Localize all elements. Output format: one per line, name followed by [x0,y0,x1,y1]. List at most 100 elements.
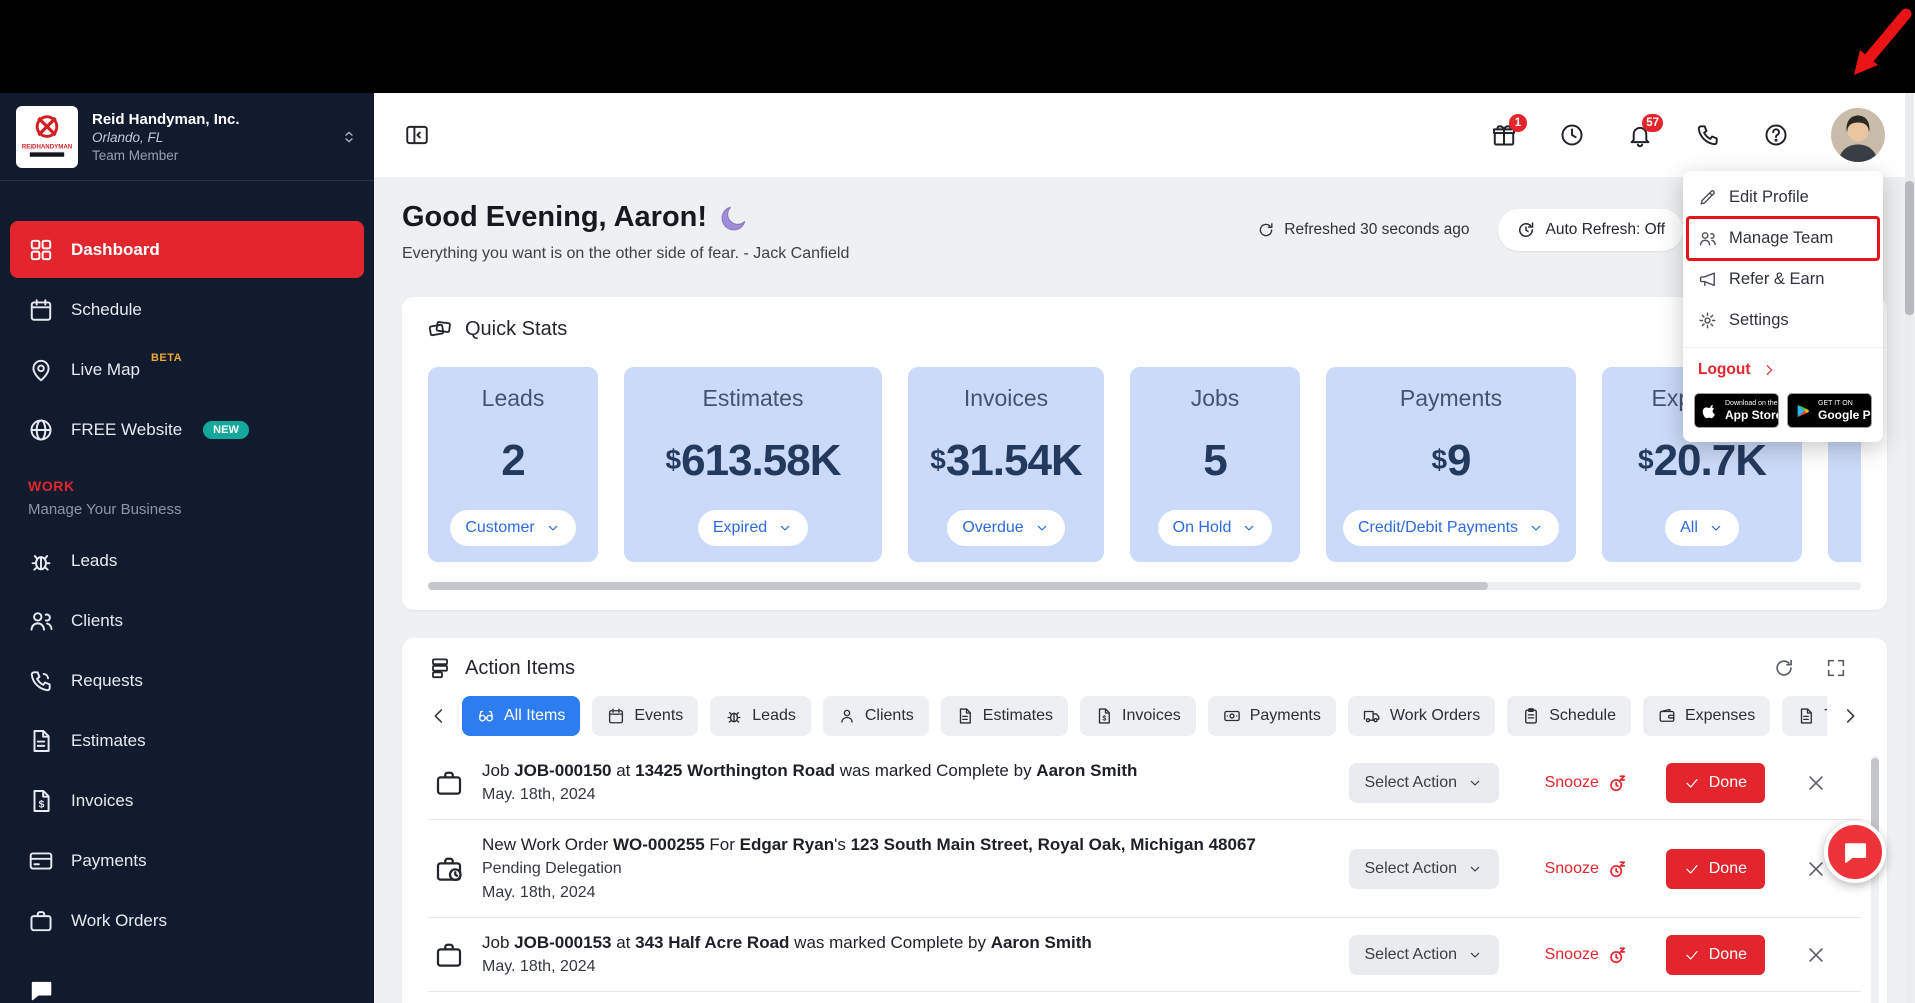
tab-payments[interactable]: Payments [1207,696,1336,736]
menu-item-edit-profile[interactable]: Edit Profile [1683,177,1883,218]
sidebar-item-estimates[interactable]: Estimates [10,712,364,769]
history-icon [1516,220,1536,240]
menu-item-refer-earn[interactable]: Refer & Earn [1683,259,1883,300]
sidebar-item-clients[interactable]: Clients [10,592,364,649]
menu-item-label: Manage Team [1729,229,1834,247]
action-item-row: Job JOB-000153 at 343 Half Acre Road was… [428,918,1861,992]
time-clock-button[interactable] [1559,122,1585,148]
app-store-badge[interactable]: Download on the App Store [1694,393,1779,428]
tab-clients[interactable]: Clients [822,696,929,736]
stat-tile-filter-dropdown[interactable]: Overdue [947,510,1065,546]
tab-label: Invoices [1122,707,1181,724]
rewards-button[interactable]: 1 [1491,114,1527,148]
rewards-count-badge: 1 [1509,114,1527,132]
stat-tile-value: $20.7K [1638,436,1767,485]
menu-item-manage-team[interactable]: Manage Team [1683,218,1883,259]
row-close-icon[interactable] [1805,772,1827,794]
stat-tile-filter-dropdown[interactable]: All [1665,510,1739,546]
header-actions: 1 57 [1491,108,1885,162]
tabs-scroll-left-icon[interactable] [428,705,450,727]
user-avatar[interactable] [1831,108,1885,162]
quick-stats-header: Quick Stats [428,317,1861,341]
tab-all-items[interactable]: All Items [462,696,581,736]
expand-icon[interactable] [1825,657,1847,679]
sidebar-item-free-website[interactable]: FREE Website NEW [10,401,364,458]
clipboard-icon [1522,707,1540,725]
menu-item-settings[interactable]: Settings [1683,300,1883,341]
tab-leads[interactable]: Leads [710,696,811,736]
tab-work-orders[interactable]: Work Orders [1347,696,1496,736]
menu-item-label: Refer & Earn [1729,270,1825,288]
sidebar-item-label: Schedule [71,299,142,319]
row-done-button[interactable]: Done [1665,934,1765,975]
quick-stats-icon [428,317,452,341]
row-close-icon[interactable] [1805,944,1827,966]
sidebar-item-partial[interactable] [10,961,364,1003]
row-close-icon[interactable] [1805,858,1827,880]
company-switcher[interactable]: REIDHANDYMAN Reid Handyman, Inc. Orlando… [0,93,374,181]
auto-refresh-toggle[interactable]: Auto Refresh: Off [1497,209,1683,251]
notifications-button[interactable]: 57 [1627,114,1663,148]
tab-label: Estimates [982,707,1054,724]
sidebar-item-work-orders[interactable]: Work Orders [10,892,364,949]
sidebar-item-requests[interactable]: Requests [10,652,364,709]
tab-schedule[interactable]: Schedule [1507,696,1631,736]
row-done-button[interactable]: Done [1665,762,1765,803]
tab-t[interactable]: T [1782,696,1827,736]
svg-text:$: $ [39,799,45,810]
tiles-scrollbar-thumb[interactable] [428,582,1489,590]
stat-tile-filter-dropdown[interactable]: Expired [697,510,809,546]
action-items-scrollbar[interactable] [1871,756,1879,1003]
refresh-list-icon[interactable] [1773,657,1795,679]
apple-icon [1702,403,1718,419]
company-meta: Reid Handyman, Inc. Orlando, FL Team Mem… [92,111,326,163]
row-select-action-dropdown[interactable]: Select Action [1348,848,1499,889]
stat-tile-label: Estimates [702,385,804,411]
sidebar-item-schedule[interactable]: Schedule [10,281,364,338]
sidebar-item-payments[interactable]: Payments [10,832,364,889]
row-snooze-button[interactable]: Snooze [1526,858,1648,880]
chat-icon [1841,838,1869,866]
section-subtitle: Manage Your Business [28,501,182,518]
store-badges-row: Download on the App Store GET IT ON Goog… [1683,384,1883,442]
menu-item-logout[interactable]: Logout [1683,348,1883,384]
moon-icon [719,203,749,233]
action-item-line1: Job JOB-000153 at 343 Half Acre Road was… [482,933,1092,952]
sidebar-item-live-map[interactable]: Live Map BETA [10,341,364,398]
tiles-scrollbar[interactable] [428,582,1861,590]
tabs-scroll-right-icon[interactable] [1839,705,1861,727]
stat-tile-filter-dropdown[interactable]: On Hold [1157,510,1273,546]
tab-label: Events [634,707,684,724]
tab-estimates[interactable]: Estimates [940,696,1069,736]
tab-invoices[interactable]: $ Invoices [1080,696,1196,736]
sidebar-item-dashboard[interactable]: Dashboard [10,221,364,278]
google-play-badge[interactable]: GET IT ON Google Play [1787,393,1872,428]
page-scrollbar-thumb[interactable] [1905,181,1914,315]
chat-fab[interactable] [1824,821,1886,883]
row-done-button[interactable]: Done [1665,848,1765,889]
snooze-label: Snooze [1544,945,1599,963]
filter-label: Expired [712,519,768,536]
help-button[interactable] [1763,122,1789,148]
tab-expenses[interactable]: Expenses [1642,696,1771,736]
chevron-down-icon [1467,947,1483,963]
stat-tile-filter-dropdown[interactable]: Customer [450,510,576,546]
row-snooze-button[interactable]: Snooze [1526,944,1648,966]
row-select-action-dropdown[interactable]: Select Action [1348,762,1499,803]
sidebar-item-label: Invoices [71,790,134,810]
row-snooze-button[interactable]: Snooze [1526,772,1648,794]
collapse-sidebar-icon[interactable] [404,122,430,148]
quick-stats-title: Quick Stats [465,317,568,340]
tab-events[interactable]: Events [592,696,699,736]
row-select-action-dropdown[interactable]: Select Action [1348,934,1499,975]
badge-beta: BETA [150,352,183,364]
action-item-row: Job JOB-000150 at 13425 Worthington Road… [428,746,1861,820]
main-header: 1 57 [374,93,1915,177]
action-items-tabs-row: All Items Events Leads Clients Estimates $ Inv… [428,696,1861,736]
page-scrollbar[interactable] [1905,93,1914,1003]
calls-button[interactable] [1695,122,1721,148]
stat-tile-filter-dropdown[interactable]: Credit/Debit Payments [1342,510,1560,546]
help-icon [1763,122,1789,148]
sidebar-item-invoices[interactable]: $ Invoices [10,772,364,829]
sidebar-item-leads[interactable]: Leads [10,532,364,589]
